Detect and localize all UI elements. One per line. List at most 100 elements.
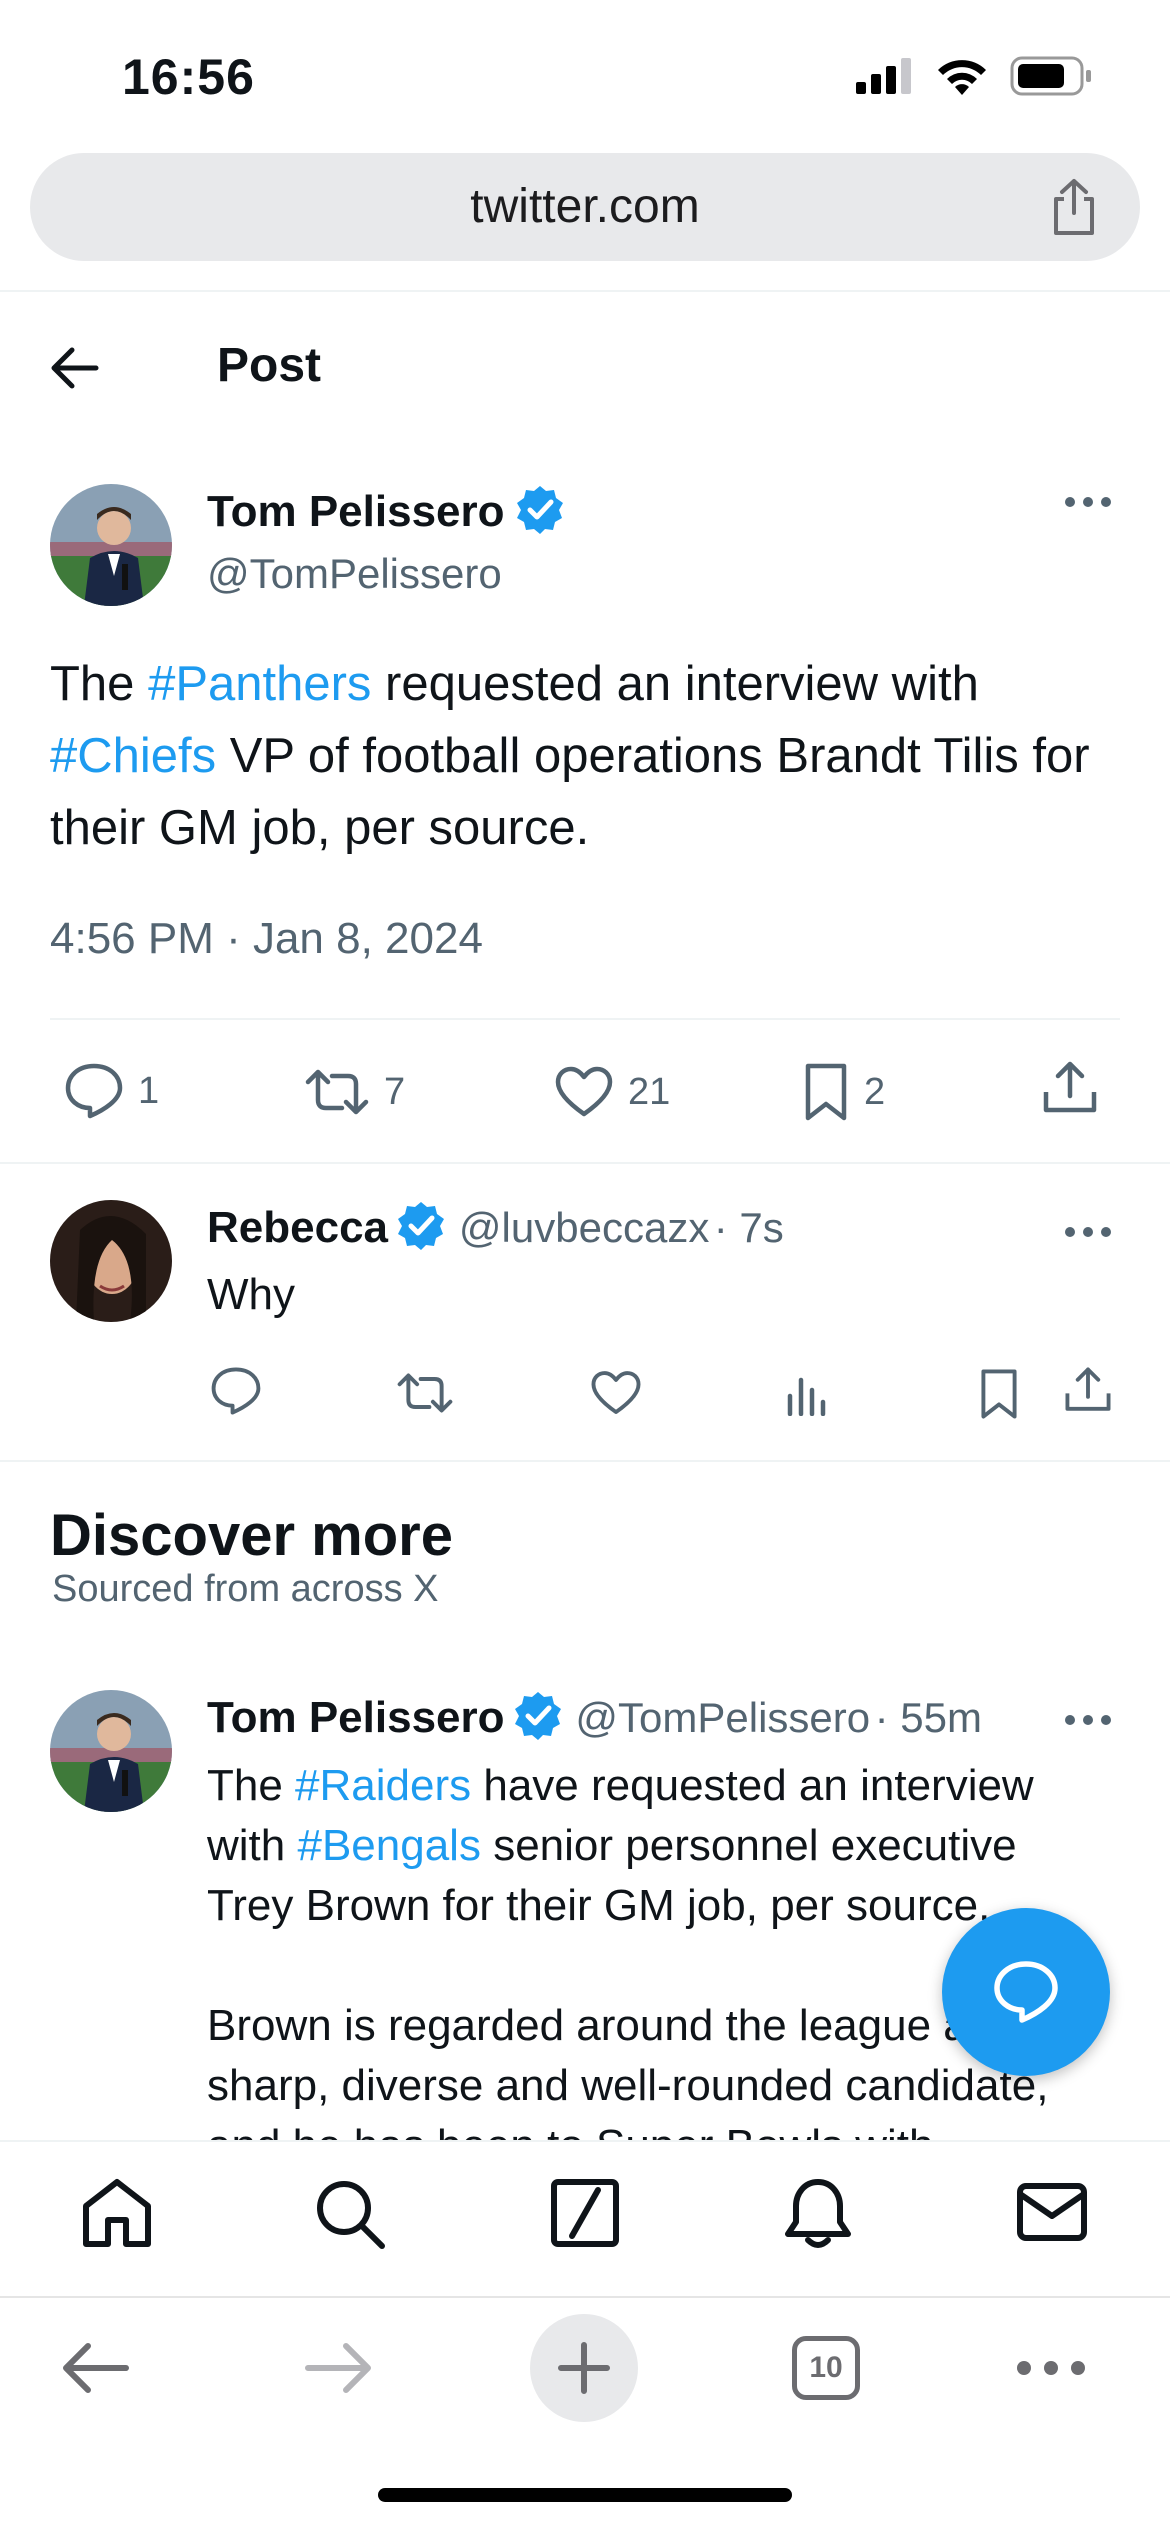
text-line: with #Bengals senior personnel executive [207, 1816, 1127, 1876]
browser-share-button[interactable] [1048, 177, 1100, 237]
avatar[interactable] [50, 1200, 172, 1322]
page-title: Post [217, 339, 322, 392]
retweet-action[interactable] [396, 1372, 454, 1414]
text-segment: have requested an interview [471, 1761, 1034, 1810]
compose-reply-button[interactable] [942, 1908, 1110, 2076]
plus-icon [558, 2342, 610, 2394]
heart-icon [555, 1066, 613, 1117]
more-horizontal-icon [1065, 1715, 1111, 1725]
hashtag-link[interactable]: #Bengals [297, 1821, 480, 1870]
avatar-image [50, 1200, 172, 1322]
mail-icon [1017, 2183, 1087, 2241]
reply-action[interactable] [210, 1366, 262, 1416]
heart-icon [591, 1371, 641, 1415]
share-icon [1065, 1367, 1111, 1411]
browser-menu-button[interactable] [1016, 2360, 1086, 2376]
home-indicator [378, 2488, 792, 2502]
like-action[interactable] [590, 1370, 642, 1416]
bottom-navigation [0, 2140, 1170, 2296]
more-horizontal-icon [1017, 2361, 1085, 2375]
bookmark-action[interactable] [978, 1368, 1020, 1420]
verified-badge-icon [514, 1692, 561, 1740]
avatar-image [50, 1690, 172, 1812]
discover-author-row: Tom Pelissero @TomPelissero · 55m [207, 1690, 982, 1743]
reply-action[interactable]: 1 [64, 1062, 159, 1120]
verified-badge-icon [516, 486, 563, 534]
more-options-button[interactable] [1064, 1714, 1112, 1726]
verified-badge-icon [398, 1202, 445, 1250]
url-text[interactable]: twitter.com [30, 153, 1140, 261]
bookmark-count: 2 [864, 1070, 886, 1113]
text-segment: The [207, 1761, 296, 1810]
wifi-icon [938, 60, 986, 95]
section-title: Discover more [50, 1503, 453, 1568]
section-subtitle: Sourced from across X [52, 1568, 439, 1610]
text-segment: requested an interview with [371, 657, 979, 711]
bookmark-icon [981, 1369, 1017, 1419]
avatar-image [50, 484, 172, 606]
divider [0, 1162, 1170, 1164]
grok-icon [551, 2179, 619, 2247]
nav-grok[interactable] [550, 2178, 620, 2248]
avatar[interactable] [50, 484, 172, 606]
new-tab-button[interactable] [530, 2314, 638, 2422]
arrow-left-icon [63, 2343, 129, 2393]
author-handle[interactable]: @TomPelissero [207, 550, 502, 598]
browser-back-button[interactable] [60, 2340, 130, 2396]
discover-age: · 55m [874, 1694, 982, 1741]
author-row: Tom Pelissero [207, 484, 565, 537]
author-name[interactable]: Tom Pelissero [207, 487, 505, 536]
divider [0, 290, 1170, 292]
reply-author-handle[interactable]: @luvbeccazx [459, 1204, 709, 1251]
arrow-left-icon [51, 347, 99, 389]
divider [50, 1018, 1120, 1020]
reply-icon [65, 1063, 123, 1119]
battery-icon [1010, 56, 1091, 96]
hashtag-link[interactable]: #Chiefs [50, 729, 216, 783]
text-segment: The [50, 657, 149, 711]
share-icon [1043, 1061, 1097, 1113]
arrow-right-icon [305, 2343, 371, 2393]
share-tweet-button[interactable] [1064, 1366, 1112, 1414]
hashtag-link[interactable]: #Panthers [148, 657, 371, 711]
nav-messages[interactable] [1016, 2182, 1088, 2242]
bookmark-icon [805, 1063, 847, 1121]
tabs-button[interactable]: 10 [792, 2336, 860, 2400]
bookmark-action[interactable]: 2 [802, 1062, 885, 1122]
cellular-signal-icon [856, 58, 911, 94]
retweet-icon [397, 1373, 453, 1413]
more-horizontal-icon [1065, 1227, 1111, 1237]
nav-home[interactable] [80, 2178, 154, 2248]
chat-bubble-icon [994, 1961, 1058, 2023]
avatar[interactable] [50, 1690, 172, 1812]
tweet-timestamp[interactable]: 4:56 PM · Jan 8, 2024 [50, 914, 483, 964]
more-options-button[interactable] [1064, 496, 1112, 508]
reply-text: Why [207, 1270, 295, 1319]
analytics-icon [787, 1377, 826, 1416]
nav-notifications[interactable] [784, 2176, 852, 2250]
retweet-count: 7 [384, 1070, 406, 1113]
like-action[interactable]: 21 [554, 1066, 670, 1118]
more-options-button[interactable] [1064, 1226, 1112, 1238]
nav-search[interactable] [314, 2178, 386, 2250]
share-icon [1054, 179, 1094, 235]
like-count: 21 [628, 1070, 671, 1113]
search-icon [317, 2181, 385, 2249]
status-time: 16:56 [122, 49, 255, 105]
discover-author-name[interactable]: Tom Pelissero [207, 1693, 505, 1742]
hashtag-link[interactable]: #Raiders [295, 1761, 471, 1810]
address-bar[interactable]: twitter.com [30, 153, 1140, 261]
status-icons [856, 56, 1092, 96]
home-icon [83, 2179, 151, 2247]
retweet-action[interactable]: 7 [304, 1068, 405, 1116]
share-tweet-button[interactable] [1042, 1060, 1098, 1116]
discover-author-handle[interactable]: @TomPelissero [575, 1694, 870, 1741]
reply-author-name[interactable]: Rebecca [207, 1203, 388, 1252]
more-horizontal-icon [1065, 497, 1111, 507]
reply-age: · 7s [713, 1204, 784, 1251]
reply-author-row: Rebecca @luvbeccazx · 7s [207, 1200, 784, 1253]
views-action[interactable] [786, 1370, 830, 1416]
text-line: The #Raiders have requested an interview [207, 1756, 1127, 1816]
back-button[interactable] [48, 344, 100, 392]
browser-forward-button[interactable] [304, 2340, 374, 2396]
